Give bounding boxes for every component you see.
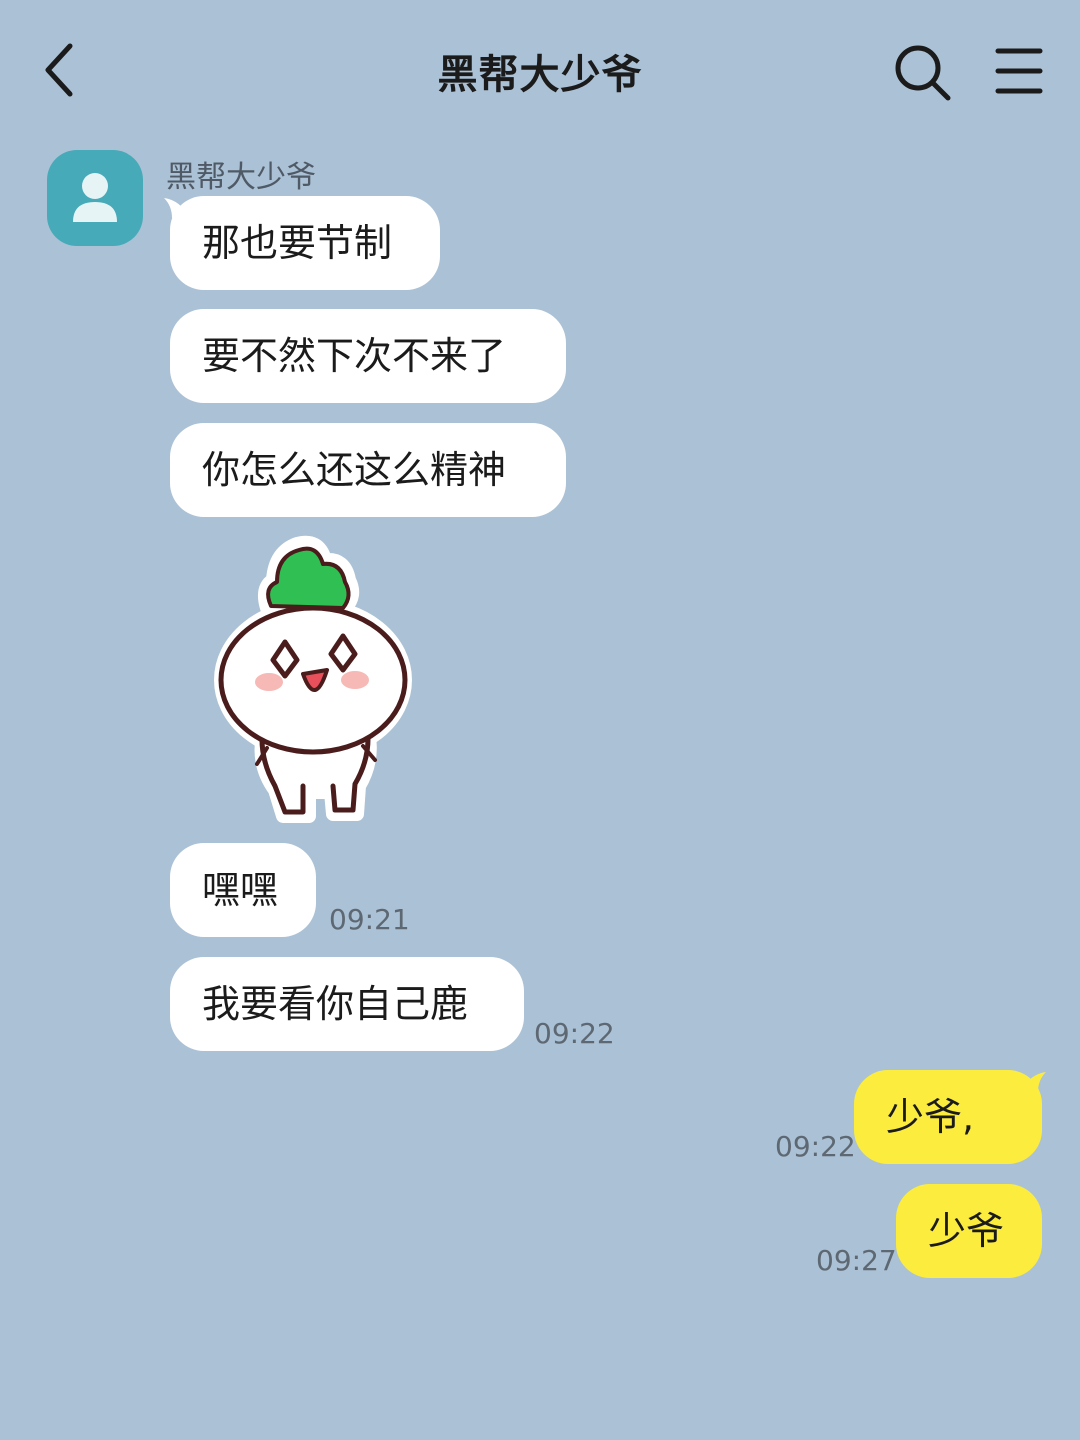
message-bubble-4[interactable]: 嘿嘿	[170, 843, 316, 937]
menu-button[interactable]	[990, 42, 1048, 100]
message-time-5: 09:22	[534, 1017, 615, 1050]
radish-sticker-icon	[214, 535, 412, 823]
message-time-4: 09:21	[329, 903, 410, 936]
hamburger-menu-icon	[995, 48, 1043, 94]
radish-sticker[interactable]	[205, 530, 425, 830]
message-bubble-2[interactable]: 要不然下次不来了	[170, 309, 566, 403]
message-time-7: 09:27	[816, 1244, 897, 1277]
message-bubble-7[interactable]: 少爷	[896, 1184, 1042, 1278]
person-icon	[73, 173, 117, 222]
message-bubble-1[interactable]: 那也要节制	[170, 196, 440, 290]
message-bubble-5[interactable]: 我要看你自己鹿	[170, 957, 524, 1051]
message-time-6: 09:22	[775, 1130, 856, 1163]
message-bubble-3[interactable]: 你怎么还这么精神	[170, 423, 566, 517]
sender-name: 黑帮大少爷	[166, 160, 316, 195]
search-button[interactable]	[888, 38, 956, 106]
search-icon	[895, 45, 951, 101]
contact-avatar[interactable]	[47, 150, 143, 246]
message-bubble-6[interactable]: 少爷,	[854, 1070, 1042, 1164]
top-bar: 黑帮大少爷	[0, 0, 1080, 140]
